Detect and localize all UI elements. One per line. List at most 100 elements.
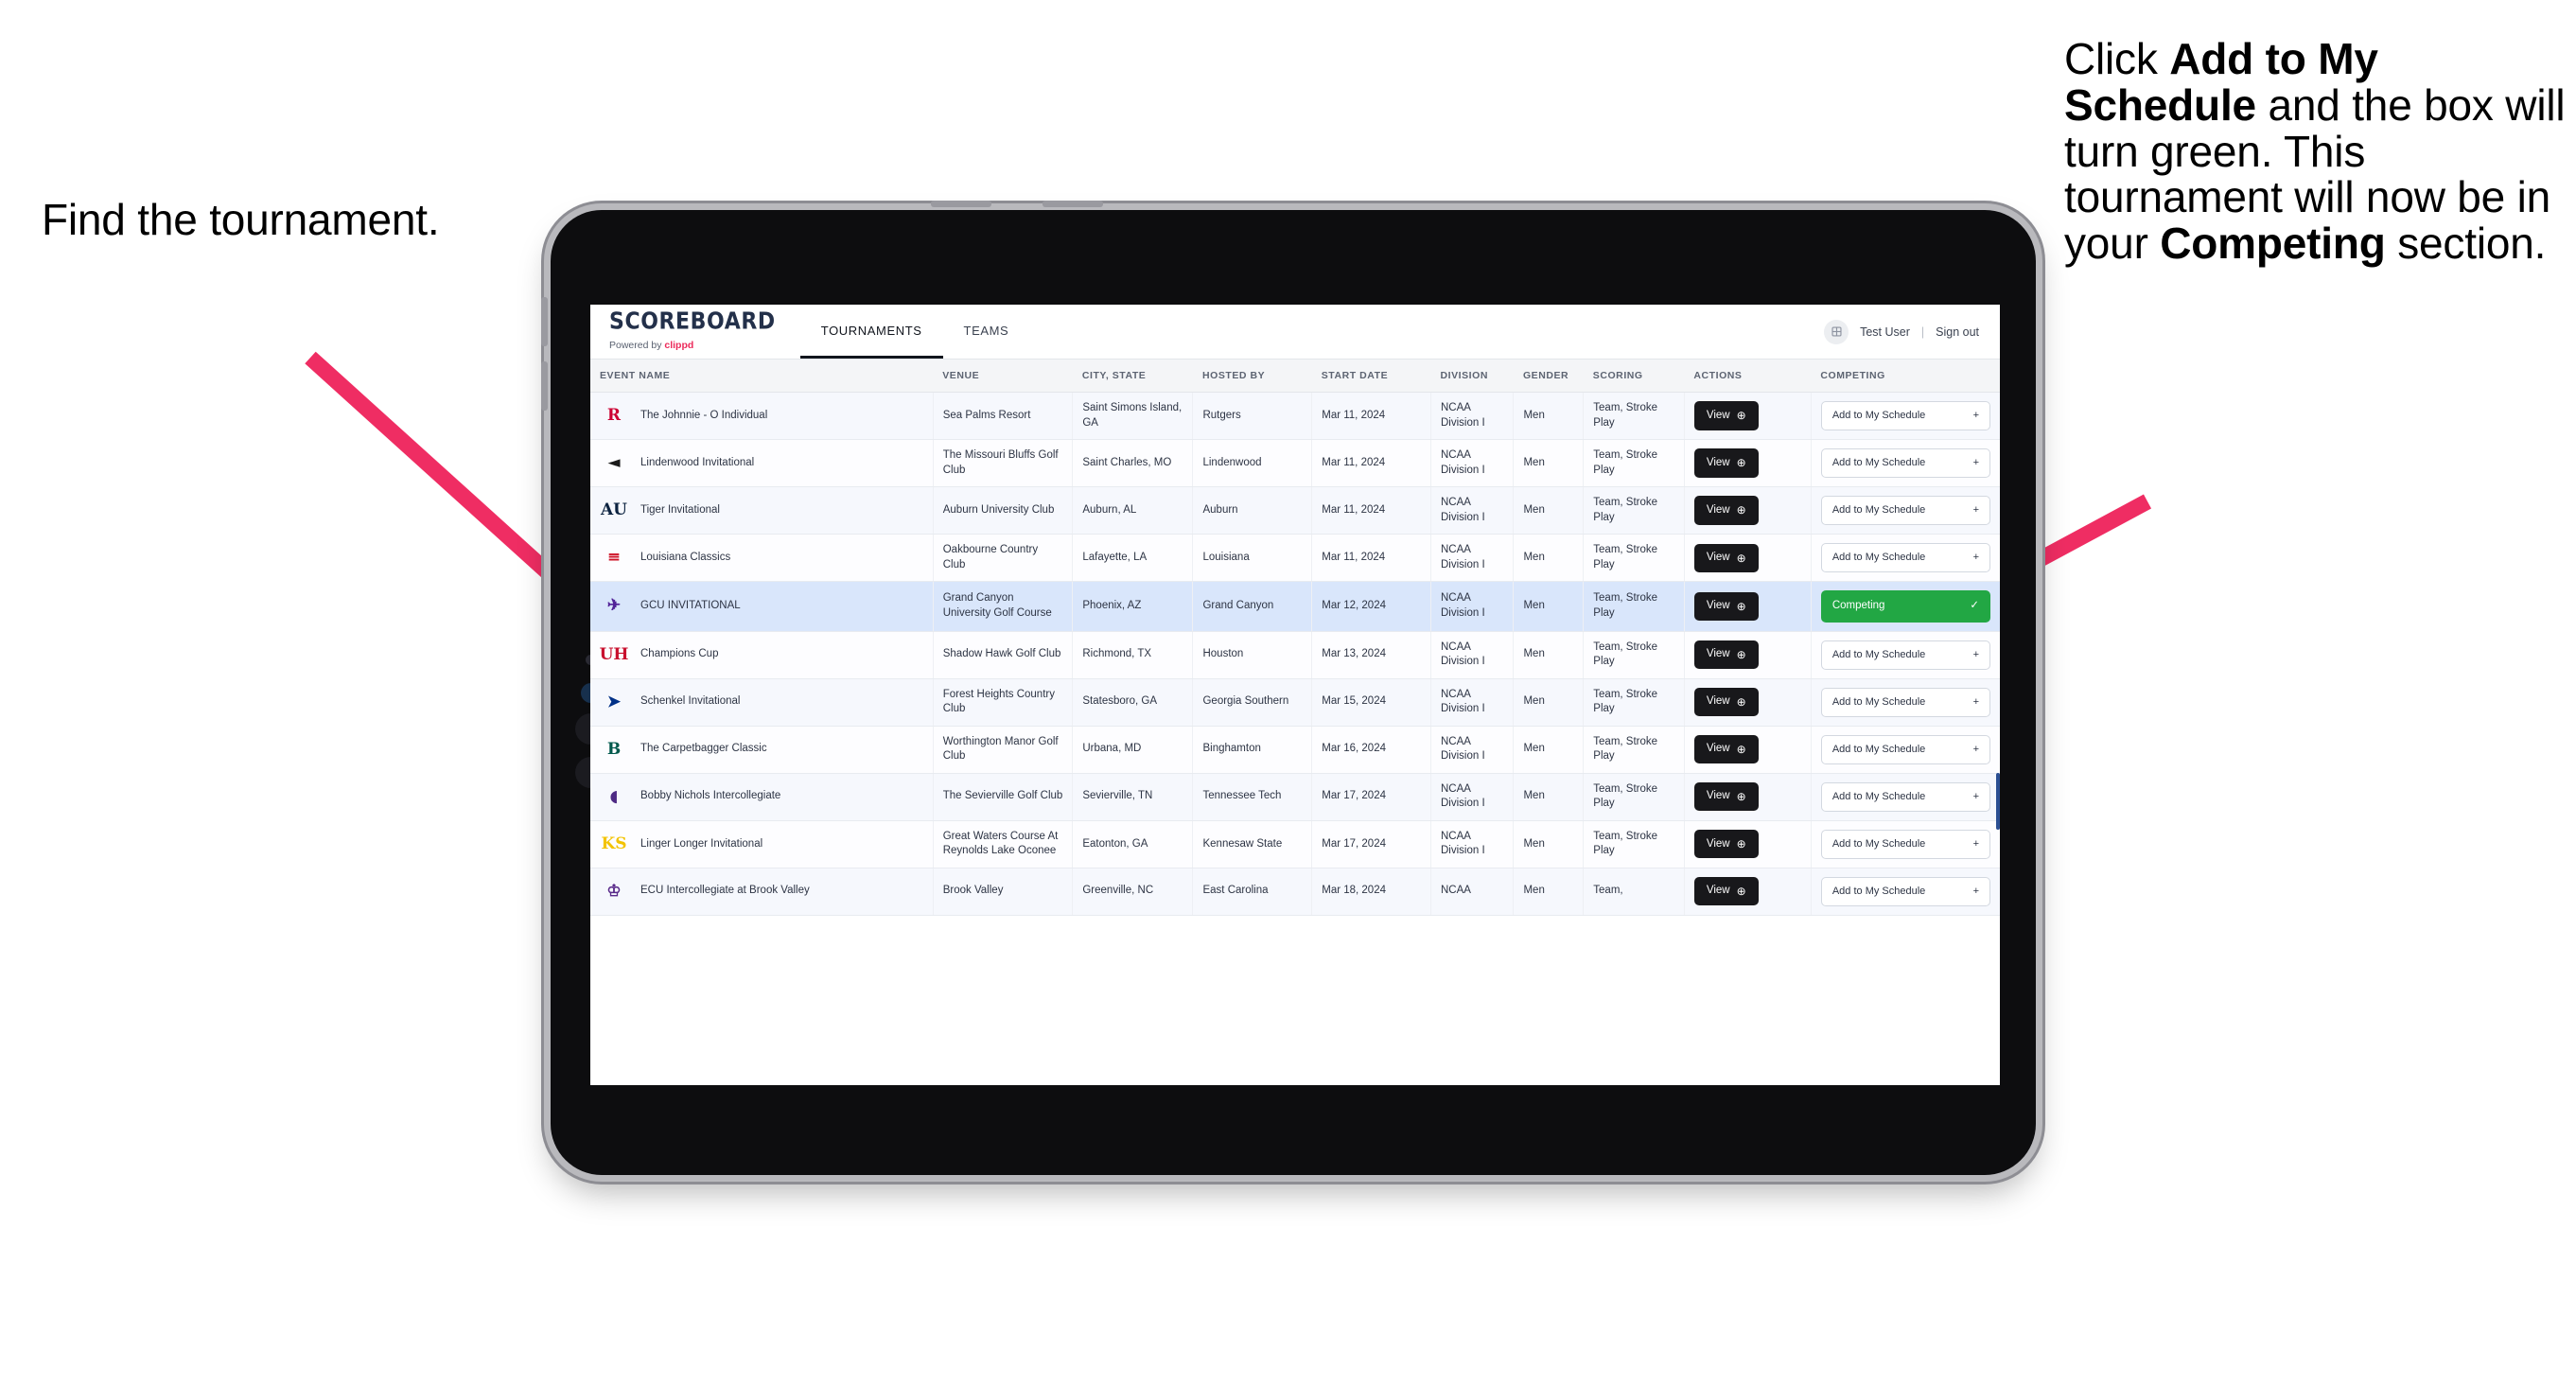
view-button[interactable]: View ⊕ bbox=[1693, 448, 1759, 478]
table-row[interactable]: UH Champions Cup Shadow Hawk Golf Club Rich… bbox=[590, 631, 2000, 679]
table-row[interactable]: ✈ GCU INVITATIONAL Grand Canyon University… bbox=[590, 581, 2000, 632]
cell-event-name: ◄ Lindenwood Invitational bbox=[590, 439, 934, 488]
table-row[interactable]: ➤ Schenkel Invitational Forest Heights Cou… bbox=[590, 678, 2000, 727]
cell-event-name: ➤ Schenkel Invitational bbox=[590, 678, 934, 727]
arrow-right-circle-icon: ⊕ bbox=[1736, 503, 1746, 518]
screenshot-stage: Find the tournament. Click Add to My Sch… bbox=[0, 0, 2576, 1386]
team-logo-icon: UH bbox=[599, 644, 629, 664]
view-button[interactable]: View ⊕ bbox=[1693, 496, 1759, 525]
col-event-name[interactable]: EVENT NAME bbox=[590, 360, 934, 393]
view-button[interactable]: View ⊕ bbox=[1693, 735, 1759, 764]
view-button-label: View bbox=[1706, 885, 1730, 897]
view-button[interactable]: View ⊕ bbox=[1693, 688, 1759, 717]
cell-event-name: B The Carpetbagger Classic bbox=[590, 726, 934, 774]
add-to-my-schedule-button[interactable]: Add to My Schedule + bbox=[1820, 448, 1990, 478]
table-row[interactable]: KS Linger Longer Invitational Great Waters… bbox=[590, 820, 2000, 868]
table-row[interactable]: R The Johnnie - O Individual Sea Palms Res… bbox=[590, 392, 2000, 441]
cell-start-date: Mar 13, 2024 bbox=[1311, 631, 1431, 679]
event-name-label: Champions Cup bbox=[640, 648, 719, 660]
event-name-wrapper: B The Carpetbagger Classic bbox=[600, 737, 923, 762]
table-row[interactable]: AU Tiger Invitational Auburn University Cl… bbox=[590, 486, 2000, 535]
table-row[interactable]: ◄ Lindenwood Invitational The Missouri Blu… bbox=[590, 439, 2000, 488]
cell-competing: Competing ✓ bbox=[1811, 581, 2000, 632]
table-row[interactable]: ≡ Louisiana Classics Oakbourne Country Clu… bbox=[590, 534, 2000, 583]
cell-venue: Oakbourne Country Club bbox=[933, 534, 1074, 583]
cell-hosted-by: Houston bbox=[1192, 631, 1313, 679]
cell-division: NCAA bbox=[1430, 868, 1515, 916]
cell-venue: Sea Palms Resort bbox=[933, 392, 1074, 441]
add-to-my-schedule-button[interactable]: Add to My Schedule + bbox=[1820, 401, 1990, 430]
cell-hosted-by: Kennesaw State bbox=[1192, 820, 1313, 868]
team-logo-icon: ♔ bbox=[606, 881, 622, 901]
cell-actions: View ⊕ bbox=[1684, 773, 1812, 821]
add-to-my-schedule-button[interactable]: Add to My Schedule + bbox=[1820, 734, 1990, 764]
add-to-my-schedule-button[interactable]: Add to My Schedule + bbox=[1820, 687, 1990, 717]
cell-competing: Add to My Schedule + bbox=[1811, 631, 2000, 679]
table-row[interactable]: ♔ ECU Intercollegiate at Brook Valley Broo… bbox=[590, 868, 2000, 916]
col-city-state[interactable]: CITY, STATE bbox=[1072, 360, 1193, 393]
cell-hosted-by: Grand Canyon bbox=[1192, 581, 1313, 632]
view-button[interactable]: View ⊕ bbox=[1693, 830, 1759, 859]
cell-division: NCAA Division I bbox=[1430, 439, 1515, 488]
add-to-my-schedule-button[interactable]: Add to My Schedule + bbox=[1820, 781, 1990, 812]
tab-tournaments[interactable]: TOURNAMENTS bbox=[799, 305, 943, 359]
cell-city-state: Sevierville, TN bbox=[1072, 773, 1194, 821]
top-button-right[interactable] bbox=[1043, 201, 1103, 207]
user-name-label: Test User bbox=[1860, 325, 1910, 339]
team-logo-icon: AU bbox=[600, 500, 627, 520]
cell-hosted-by: Auburn bbox=[1192, 486, 1313, 535]
cell-event-name: AU Tiger Invitational bbox=[590, 486, 934, 535]
powered-by-text: Powered by bbox=[609, 340, 665, 351]
view-button[interactable]: View ⊕ bbox=[1693, 591, 1759, 621]
competing-button[interactable]: Competing ✓ bbox=[1820, 590, 1990, 623]
user-avatar-icon[interactable] bbox=[1824, 319, 1849, 344]
add-to-my-schedule-button[interactable]: Add to My Schedule + bbox=[1820, 496, 1990, 525]
col-venue[interactable]: VENUE bbox=[933, 360, 1073, 393]
cell-start-date: Mar 11, 2024 bbox=[1311, 486, 1431, 535]
view-button[interactable]: View ⊕ bbox=[1693, 543, 1759, 572]
volume-up-button[interactable] bbox=[541, 297, 548, 346]
vertical-scrollbar[interactable] bbox=[1996, 773, 2000, 830]
cell-scoring: Team, Stroke Play bbox=[1583, 726, 1685, 774]
view-button[interactable]: View ⊕ bbox=[1693, 401, 1759, 430]
cell-start-date: Mar 11, 2024 bbox=[1311, 439, 1431, 488]
event-name-label: Linger Longer Invitational bbox=[640, 837, 763, 850]
add-to-my-schedule-button[interactable]: Add to My Schedule + bbox=[1820, 543, 1990, 573]
event-name-label: The Carpetbagger Classic bbox=[640, 743, 767, 755]
cell-event-name: ◖ Bobby Nichols Intercollegiate bbox=[590, 773, 934, 821]
cell-venue: Grand Canyon University Golf Course bbox=[933, 581, 1074, 632]
col-gender[interactable]: GENDER bbox=[1513, 360, 1584, 393]
cell-hosted-by: Rutgers bbox=[1192, 392, 1313, 441]
app-viewport: SCOREBOARD Powered by clippd TOURNAMENTS… bbox=[590, 305, 2000, 1085]
volume-down-button[interactable] bbox=[541, 361, 548, 411]
arrow-right-circle-icon: ⊕ bbox=[1736, 551, 1746, 565]
table-row[interactable]: B The Carpetbagger Classic Worthington Man… bbox=[590, 726, 2000, 774]
view-button[interactable]: View ⊕ bbox=[1693, 782, 1759, 812]
cell-division: NCAA Division I bbox=[1430, 392, 1515, 441]
cell-division: NCAA Division I bbox=[1430, 678, 1515, 727]
event-name-label: Schenkel Invitational bbox=[640, 695, 741, 708]
view-button[interactable]: View ⊕ bbox=[1693, 640, 1759, 670]
col-start-date[interactable]: START DATE bbox=[1311, 360, 1431, 393]
cell-gender: Men bbox=[1513, 773, 1585, 821]
cell-scoring: Team, Stroke Play bbox=[1583, 486, 1685, 535]
annotation-right-part-4: section. bbox=[2385, 219, 2547, 268]
tab-teams[interactable]: TEAMS bbox=[943, 305, 1030, 359]
add-to-my-schedule-button[interactable]: Add to My Schedule + bbox=[1820, 829, 1990, 859]
brand-logo[interactable]: SCOREBOARD Powered by clippd bbox=[609, 305, 800, 359]
plus-icon: + bbox=[1972, 743, 1979, 755]
table-row[interactable]: ◖ Bobby Nichols Intercollegiate The Sevier… bbox=[590, 773, 2000, 821]
add-to-my-schedule-button[interactable]: Add to My Schedule + bbox=[1820, 876, 1990, 906]
col-hosted-by[interactable]: HOSTED BY bbox=[1192, 360, 1312, 393]
col-scoring[interactable]: SCORING bbox=[1583, 360, 1685, 393]
top-button-left[interactable] bbox=[931, 201, 991, 207]
view-button[interactable]: View ⊕ bbox=[1693, 877, 1759, 906]
sign-out-link[interactable]: Sign out bbox=[1936, 325, 1979, 339]
event-name-wrapper: UH Champions Cup bbox=[600, 642, 923, 667]
add-to-my-schedule-button[interactable]: Add to My Schedule + bbox=[1820, 640, 1990, 670]
cell-gender: Men bbox=[1513, 534, 1585, 583]
col-division[interactable]: DIVISION bbox=[1430, 360, 1514, 393]
cell-venue: The Missouri Bluffs Golf Club bbox=[933, 439, 1074, 488]
event-name-wrapper: ◖ Bobby Nichols Intercollegiate bbox=[600, 784, 923, 809]
tablet-device-frame: SCOREBOARD Powered by clippd TOURNAMENTS… bbox=[541, 201, 2036, 1175]
